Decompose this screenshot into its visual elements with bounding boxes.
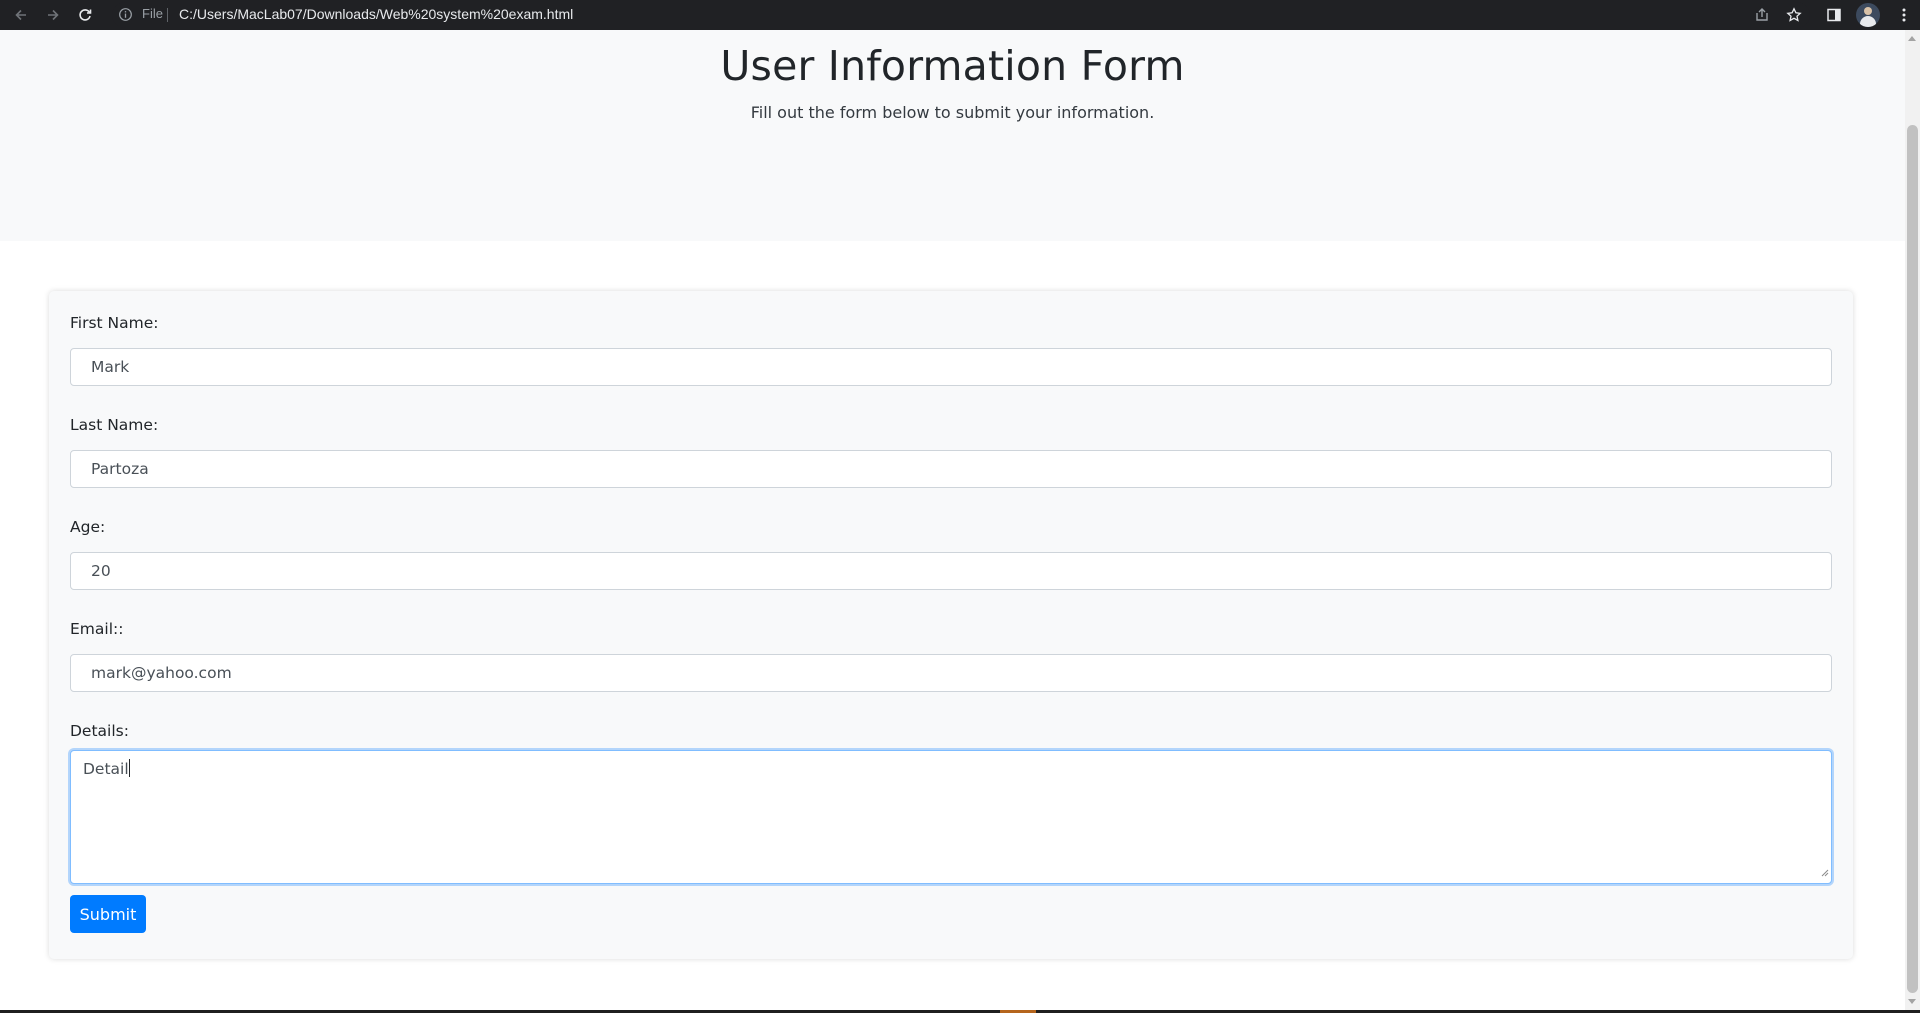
last-name-label: Last Name: xyxy=(70,416,159,434)
scroll-down-arrow-icon[interactable] xyxy=(1908,999,1916,1004)
submit-button[interactable]: Submit xyxy=(70,895,146,933)
age-input[interactable]: 20 xyxy=(70,552,1832,590)
user-form-card: First Name: Mark Last Name: Partoza Age:… xyxy=(49,291,1853,959)
age-label: Age: xyxy=(70,518,106,536)
page-viewport: User Information Form Fill out the form … xyxy=(0,30,1905,1010)
side-panel-icon[interactable] xyxy=(1823,4,1845,26)
reload-icon[interactable] xyxy=(73,3,97,27)
url-text[interactable]: C:/Users/MacLab07/Downloads/Web%20system… xyxy=(179,6,573,22)
vertical-scrollbar[interactable] xyxy=(1905,30,1920,1010)
details-textarea[interactable]: Detail xyxy=(70,750,1832,884)
first-name-input[interactable]: Mark xyxy=(70,348,1832,386)
avatar-head xyxy=(1864,7,1872,15)
avatar-body xyxy=(1860,16,1876,27)
browser-toolbar: File C:/Users/MacLab07/Downloads/Web%20s… xyxy=(0,0,1920,30)
share-icon[interactable] xyxy=(1751,4,1773,26)
text-caret xyxy=(128,759,130,777)
details-text: Detail xyxy=(83,760,129,778)
scheme-label: File xyxy=(142,6,163,21)
jumbotron-header: User Information Form Fill out the form … xyxy=(0,30,1905,241)
omnibox-divider xyxy=(167,8,168,22)
info-icon[interactable] xyxy=(118,7,133,26)
scroll-thumb[interactable] xyxy=(1907,125,1918,993)
address-bar[interactable]: File C:/Users/MacLab07/Downloads/Web%20s… xyxy=(112,2,1810,28)
page-title: User Information Form xyxy=(720,42,1185,90)
first-name-label: First Name: xyxy=(70,314,159,332)
menu-dots-icon[interactable] xyxy=(1893,4,1915,26)
forward-arrow-icon[interactable] xyxy=(41,3,65,27)
email-input[interactable]: mark@yahoo.com xyxy=(70,654,1832,692)
scroll-up-arrow-icon[interactable] xyxy=(1908,36,1916,41)
email-label: Email:: xyxy=(70,620,124,638)
star-icon[interactable] xyxy=(1783,4,1805,26)
back-arrow-icon[interactable] xyxy=(9,3,33,27)
resize-handle-icon[interactable] xyxy=(1820,863,1829,881)
page-subtitle: Fill out the form below to submit your i… xyxy=(750,103,1155,122)
last-name-input[interactable]: Partoza xyxy=(70,450,1832,488)
profile-avatar[interactable] xyxy=(1856,3,1880,27)
details-label: Details: xyxy=(70,722,129,740)
